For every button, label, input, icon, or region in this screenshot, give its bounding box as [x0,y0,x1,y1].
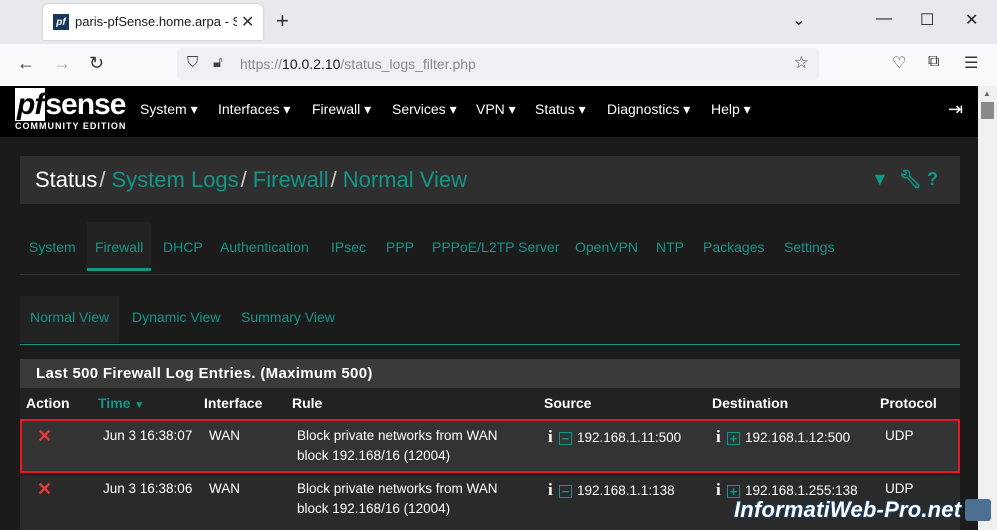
col-rule[interactable]: Rule [292,395,322,411]
extensions-icon[interactable]: ⧉ [928,53,939,71]
menu-interfaces[interactable]: Interfaces ▾ [218,101,290,118]
breadcrumb-system-logs[interactable]: System Logs [112,167,239,192]
tab-authentication[interactable]: Authentication [220,239,309,255]
block-icon[interactable]: ✕ [37,479,52,499]
list-tabs-icon[interactable]: ⌄ [792,10,805,30]
tab-pppoe[interactable]: PPPoE/L2TP Server [432,239,559,255]
browser-tab[interactable]: pf paris-pfSense.home.arpa - Status ✕ [43,4,263,40]
tab-title: paris-pfSense.home.arpa - Status [75,14,237,29]
tab-ipsec[interactable]: IPsec [331,239,366,255]
menu-help[interactable]: Help ▾ [711,101,751,118]
browser-toolbar: ← → ↻ ⛉ 🔓︎ https://10.0.2.10/status_logs… [0,44,997,87]
tab-ntp[interactable]: NTP [656,239,684,255]
tab-dynamic-view[interactable]: Dynamic View [132,309,220,325]
info-icon[interactable]: i [716,427,724,447]
close-window-icon[interactable]: ✕ [965,10,978,30]
cell-source: i −192.168.1.11:500 [548,427,682,447]
col-source[interactable]: Source [544,395,591,411]
tabs-divider [20,274,960,275]
breadcrumb-root: Status [35,167,98,192]
menu-system[interactable]: System ▾ [140,101,198,118]
tab-openvpn[interactable]: OpenVPN [575,239,638,255]
forward-icon[interactable]: → [53,53,71,74]
bookmark-star-icon[interactable]: ☆ [794,53,809,73]
watermark: InformatiWeb-Pro.net [734,497,962,522]
url-bar[interactable]: ⛉ 🔓︎ https://10.0.2.10/status_logs_filte… [177,48,819,80]
cell-time: Jun 3 16:38:06 [103,481,193,496]
new-tab-icon[interactable]: + [276,8,289,34]
page-scrollbar[interactable]: ▲ [978,86,997,530]
watermark-logo-icon [965,499,991,521]
menu-status[interactable]: Status ▾ [535,101,586,118]
pfsense-navbar: pfsense COMMUNITY EDITION System ▾ Inter… [0,86,978,137]
info-icon[interactable]: i [548,427,556,447]
breadcrumb-firewall[interactable]: Firewall [253,167,329,192]
block-icon[interactable]: ✕ [37,426,52,446]
tab-dhcp[interactable]: DHCP [163,239,203,255]
add-filter-icon[interactable]: + [727,432,740,445]
remove-filter-icon[interactable]: − [559,432,572,445]
cell-rule[interactable]: Block private networks from WAN block 192… [297,426,498,466]
help-icon[interactable]: ? [927,169,938,190]
sort-desc-icon: ▼ [134,400,145,411]
wrench-icon[interactable]: 🔧︎ [899,169,922,190]
cell-destination: i +192.168.1.12:500 [716,427,851,447]
info-icon[interactable]: i [548,480,556,500]
log-tabs: System Firewall DHCP Authentication IPse… [20,222,960,274]
reload-icon[interactable]: ↻ [89,53,104,74]
cell-protocol: UDP [885,481,914,496]
maximize-icon[interactable]: ☐ [920,10,934,30]
tab-ppp[interactable]: PPP [386,239,414,255]
panel-heading: Last 500 Firewall Log Entries. (Maximum … [20,359,960,388]
col-time[interactable]: Time ▼ [98,395,144,411]
logout-icon[interactable]: ⇥ [948,99,963,120]
shield-icon[interactable]: ⛉ [187,54,198,71]
col-interface[interactable]: Interface [204,395,262,411]
lock-icon[interactable]: 🔓︎ [213,54,223,71]
scrollbar-thumb[interactable] [981,102,994,119]
breadcrumb: Status/System Logs/Firewall/Normal View … [20,156,960,204]
minimize-icon[interactable]: — [876,10,892,28]
cell-rule[interactable]: Block private networks from WAN block 192… [297,479,498,519]
menu-firewall[interactable]: Firewall ▾ [312,101,371,118]
cell-time: Jun 3 16:38:07 [103,428,193,443]
menu-services[interactable]: Services ▾ [392,101,457,118]
info-icon[interactable]: i [716,480,724,500]
cell-interface: WAN [209,428,240,443]
tab-firewall[interactable]: Firewall [87,222,152,271]
url-text: https://10.0.2.10/status_logs_filter.php [240,56,476,72]
tab-system[interactable]: System [29,239,76,255]
filter-icon[interactable]: ▼ [871,169,889,190]
app-menu-icon[interactable]: ☰ [964,53,978,73]
col-protocol[interactable]: Protocol [880,395,937,411]
cell-interface: WAN [209,481,240,496]
menu-diagnostics[interactable]: Diagnostics ▾ [607,101,690,118]
tab-summary-view[interactable]: Summary View [241,309,335,325]
back-icon[interactable]: ← [17,53,35,74]
pocket-icon[interactable]: ♡ [892,53,906,73]
tab-packages[interactable]: Packages [703,239,764,255]
pfsense-favicon: pf [53,14,69,30]
col-destination[interactable]: Destination [712,395,788,411]
tab-settings[interactable]: Settings [784,239,835,255]
cell-protocol: UDP [885,428,914,443]
close-tab-icon[interactable]: ✕ [241,12,254,32]
tab-normal-view[interactable]: Normal View [20,296,120,343]
panel-title: Last 500 Firewall Log Entries. (Maximum … [36,365,373,382]
col-action[interactable]: Action [26,395,70,411]
breadcrumb-normal-view[interactable]: Normal View [343,167,467,192]
browser-tab-strip: pf paris-pfSense.home.arpa - Status ✕ + … [0,0,997,44]
pfsense-logo[interactable]: pfsense COMMUNITY EDITION [15,88,126,131]
menu-vpn[interactable]: VPN ▾ [476,101,516,118]
remove-filter-icon[interactable]: − [559,485,572,498]
cell-source: i −192.168.1.1:138 [548,480,675,500]
view-tabs: Normal View Dynamic View Summary View [20,296,960,345]
table-row[interactable]: ✕ Jun 3 16:38:07 WAN Block private netwo… [20,419,960,473]
scroll-up-icon[interactable]: ▲ [983,89,991,98]
